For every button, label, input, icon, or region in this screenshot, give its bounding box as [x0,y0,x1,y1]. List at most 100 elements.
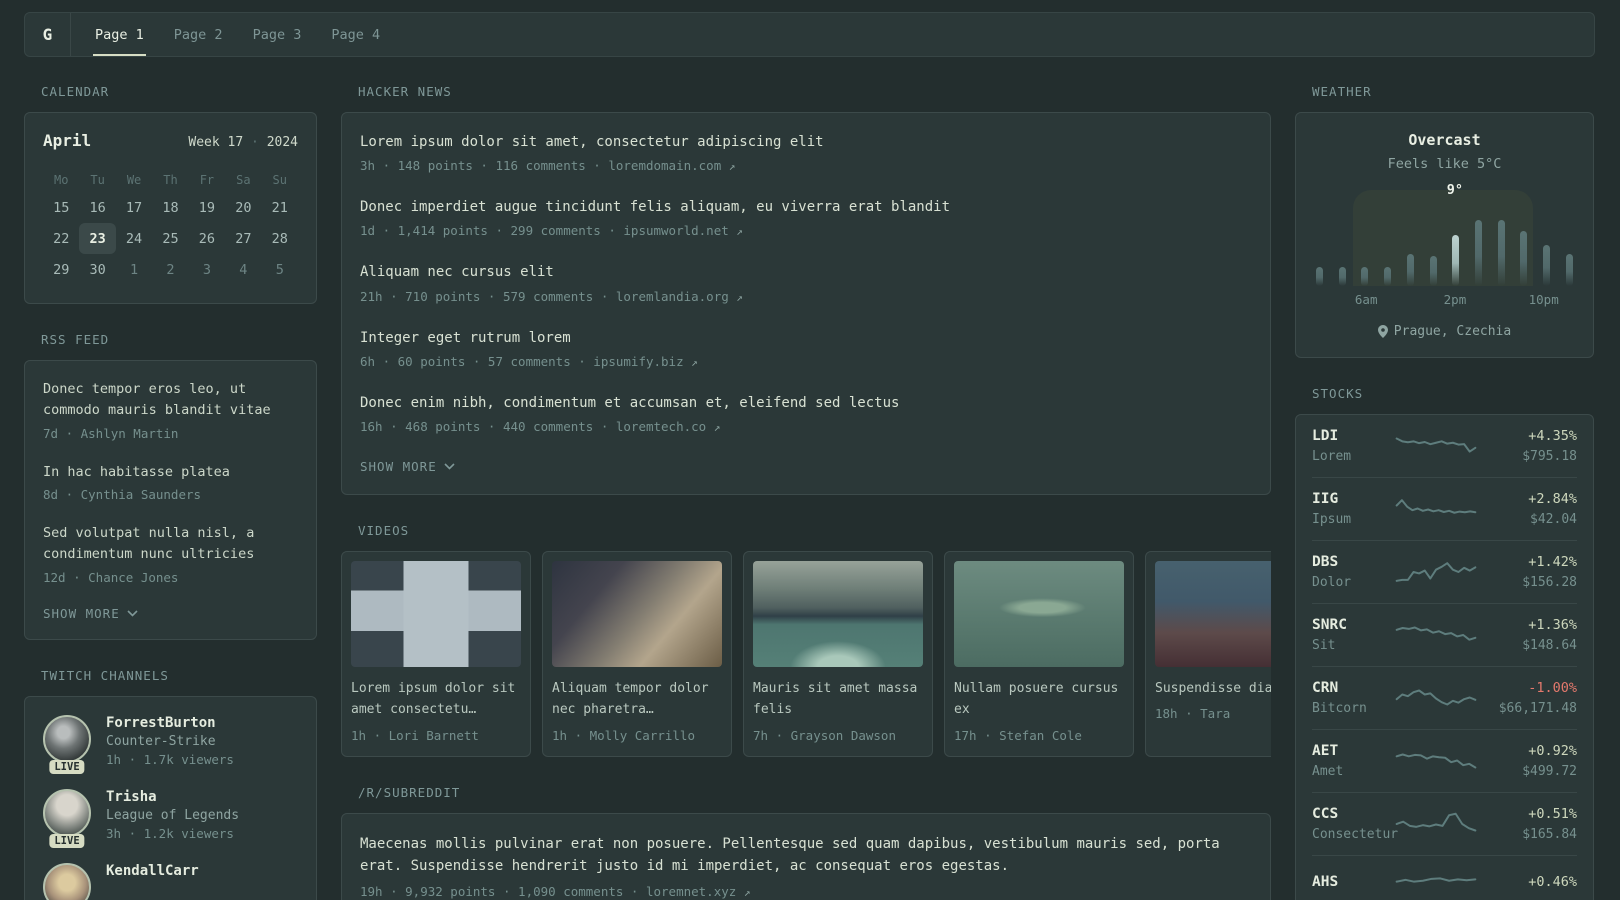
hn-meta-text[interactable]: 3h · 148 points · 116 comments · loremdo… [360,158,721,173]
calendar-day-selected: 23 [79,223,116,254]
video-card[interactable]: Mauris sit amet massa felis 7h · Grayson… [743,550,933,757]
video-meta: 17h · Stefan Cole [954,727,1082,743]
hn-item-title[interactable]: Aliquam nec cursus elit [360,263,1252,281]
video-title[interactable]: Aliquam tempor dolor nec pharetra… [552,678,722,721]
video-card[interactable]: Aliquam tempor dolor nec pharetra… 1h · … [542,550,732,757]
weekday-label: Th [163,173,178,187]
video-card[interactable]: Nullam posuere cursus ex 17h · Stefan Co… [944,550,1134,757]
stock-sparkline [1395,620,1477,650]
hn-item-title[interactable]: Donec imperdiet augue tincidunt felis al… [360,198,1252,216]
hn-meta-text[interactable]: 1d · 1,414 points · 299 comments · ipsum… [360,223,729,238]
stock-sparkline [1395,494,1477,524]
video-title[interactable]: Suspendisse diam [1155,678,1271,699]
external-link-icon: ↗ [736,290,743,304]
weather-bar [1497,219,1505,286]
subreddit-section-title: /R/SUBREDDIT [358,784,461,800]
rss-item-meta: 12d · Chance Jones [43,569,179,585]
stock-ticker: AHS [1312,873,1339,890]
location-text: Prague, Czechia [1393,324,1512,339]
stock-ticker: CRN [1312,680,1339,696]
hn-item-meta: 3h · 148 points · 116 comments · loremdo… [360,158,1252,173]
video-card[interactable]: Lorem ipsum dolor sit amet consectetu… 1… [341,550,531,757]
twitch-channel-row[interactable]: LIVE ForrestBurton Counter-Strike 1h · 1… [43,714,298,774]
video-card[interactable]: Suspendisse diam 18h · Tara [1145,550,1271,757]
calendar-day-next-month: 3 [202,261,211,278]
weather-bar [1452,234,1460,286]
calendar-day: 17 [125,199,143,216]
calendar-day: 21 [271,199,288,216]
calendar-grid: Mo Tu We Th Fr Sa Su 15 16 17 18 19 20 2… [43,168,298,285]
calendar-day: 18 [162,199,179,216]
video-thumbnail[interactable] [954,560,1124,667]
hn-item-title[interactable]: Integer eget rutrum lorem [360,329,1252,347]
rss-item-title[interactable]: In hac habitasse platea [43,462,298,483]
stock-change: +1.36% [1528,617,1577,633]
channel-game: League of Legends [106,807,240,823]
channel-name[interactable]: Trisha [106,789,239,805]
calendar-day: 27 [235,230,252,247]
weather-bar [1475,219,1483,286]
calendar-day: 19 [198,199,216,216]
hn-show-more-button[interactable]: SHOW MORE [360,459,1252,474]
hn-item-title[interactable]: Lorem ipsum dolor sit amet, consectetur … [360,133,1252,151]
tab-page-4[interactable]: Page 4 [329,13,382,56]
weather-bar [1565,254,1573,286]
stock-ticker: SNRC [1312,617,1347,633]
calendar-day: 24 [125,230,143,247]
weather-bar [1338,266,1346,286]
rss-item: In hac habitasse platea 8d · Cynthia Sau… [43,462,298,502]
right-column: WEATHER Overcast Feels like 5°C 9° 6am 2… [1295,84,1594,900]
hn-meta-text[interactable]: 6h · 60 points · 57 comments · ipsumify.… [360,354,684,369]
stocks-card: LDI Lorem +4.35% $795.18 IIG Ipsum +2.84% $4… [1295,414,1594,900]
video-thumbnail[interactable] [753,560,923,667]
stock-change: +0.92% [1528,743,1577,759]
channel-name[interactable]: ForrestBurton [106,715,234,731]
calendar-day: 25 [162,230,179,247]
stock-name: Amet [1312,764,1344,779]
video-title[interactable]: Nullam posuere cursus ex [954,678,1124,721]
calendar-day-next-month: 4 [239,261,248,278]
weekday-label: We [126,173,142,187]
weather-bar [1543,245,1551,286]
location-pin-icon [1377,325,1388,338]
app-logo[interactable]: G [25,13,71,56]
weather-condition: Overcast [1408,131,1481,149]
calendar-section-title: CALENDAR [41,84,110,99]
rss-item-title[interactable]: Sed volutpat nulla nisl, a condimentum n… [43,523,298,566]
twitch-channel-row[interactable]: LIVE KendallCarr [43,862,298,900]
live-badge: LIVE [49,759,85,774]
stock-row: AHS +0.46% [1312,856,1577,900]
video-title[interactable]: Lorem ipsum dolor sit amet consectetu… [351,678,521,721]
rss-show-more-button[interactable]: SHOW MORE [43,606,298,621]
video-thumbnail[interactable] [1155,560,1271,667]
weather-bar [1361,266,1369,286]
stock-sparkline [1395,809,1477,839]
video-title[interactable]: Mauris sit amet massa felis [753,678,923,721]
hn-item-title[interactable]: Donec enim nibh, condimentum et accumsan… [360,394,1252,412]
stock-price: $156.28 [1522,575,1577,590]
tab-page-2[interactable]: Page 2 [172,13,225,56]
channel-game: Counter-Strike [106,733,216,749]
tab-page-1[interactable]: Page 1 [93,13,146,56]
stock-change: +0.46% [1528,873,1577,890]
stocks-section-title: STOCKS [1312,386,1364,401]
hn-meta-text[interactable]: 16h · 468 points · 440 comments · loremt… [360,419,706,434]
top-navigation-bar: G Page 1 Page 2 Page 3 Page 4 [24,12,1595,57]
video-thumbnail[interactable] [351,560,521,667]
weather-bar [1520,230,1528,286]
hn-item-meta: 16h · 468 points · 440 comments · loremt… [360,419,1252,434]
hn-meta-text[interactable]: 21h · 710 points · 579 comments · loreml… [360,289,729,304]
reddit-post-title[interactable]: Maecenas mollis pulvinar erat non posuer… [360,834,1252,877]
reddit-meta-text[interactable]: 19h · 9,932 points · 1,090 comments · lo… [360,884,736,899]
twitch-channel-row[interactable]: LIVE Trisha League of Legends 3h · 1.2k … [43,788,298,848]
video-thumbnail[interactable] [552,560,722,667]
weather-feels-like: Feels like 5°C [1387,156,1502,172]
tab-page-3[interactable]: Page 3 [251,13,304,56]
calendar-day: 16 [89,199,106,216]
hn-item-meta: 21h · 710 points · 579 comments · loreml… [360,289,1252,304]
weekday-label: Su [272,173,287,187]
channel-name[interactable]: KendallCarr [106,863,199,879]
subreddit-widget: /R/SUBREDDIT Maecenas mollis pulvinar er… [341,785,1271,900]
rss-item-title[interactable]: Donec tempor eros leo, ut commodo mauris… [43,379,298,422]
rss-section-title: RSS FEED [41,332,110,347]
